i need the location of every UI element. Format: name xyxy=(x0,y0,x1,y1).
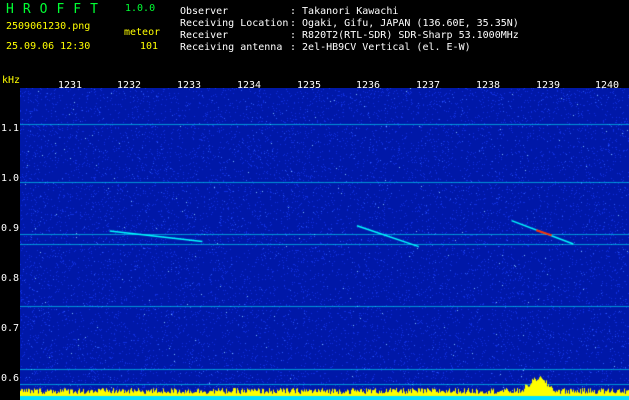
datetime: 25.09.06 12:30 xyxy=(6,41,91,52)
spectrogram-canvas xyxy=(20,88,629,400)
location-value: : Ogaki, Gifu, JAPAN (136.60E, 35.35N) xyxy=(290,18,519,29)
observer-value: : Takanori Kawachi xyxy=(290,6,399,17)
khz-unit-label: kHz xyxy=(2,75,21,86)
filename: 2509061230.png xyxy=(6,21,91,32)
mode-label: meteor xyxy=(124,27,161,38)
waterfall-spectrogram xyxy=(20,88,629,400)
location-label: Receiving Location xyxy=(180,18,289,29)
app-version: 1.0.0 xyxy=(125,3,156,14)
app-title: HROFFT xyxy=(6,2,107,17)
header-panel: HROFFT 1.0.0 2509061230.png meteor 25.09… xyxy=(0,0,629,72)
receiver-label: Receiver xyxy=(180,30,229,41)
y-tick-0-6: 0.6 xyxy=(1,373,20,384)
y-tick-0-9: 0.9 xyxy=(1,223,20,234)
y-tick-0-7: 0.7 xyxy=(1,323,20,334)
receiver-value: : R820T2(RTL-SDR) SDR-Sharp 53.1000MHz xyxy=(290,30,519,41)
y-tick-1-1: 1.1 xyxy=(1,123,20,134)
frequency-axis: 1.1 1.0 0.9 0.8 0.7 0.6 xyxy=(0,88,20,400)
y-tick-0-8: 0.8 xyxy=(1,273,20,284)
observer-label: Observer xyxy=(180,6,229,17)
antenna-value: : 2el-HB9CV Vertical (el. E-W) xyxy=(290,42,471,53)
y-tick-1-0: 1.0 xyxy=(1,173,20,184)
count: 101 xyxy=(140,41,159,52)
antenna-label: Receiving antenna xyxy=(180,42,283,53)
